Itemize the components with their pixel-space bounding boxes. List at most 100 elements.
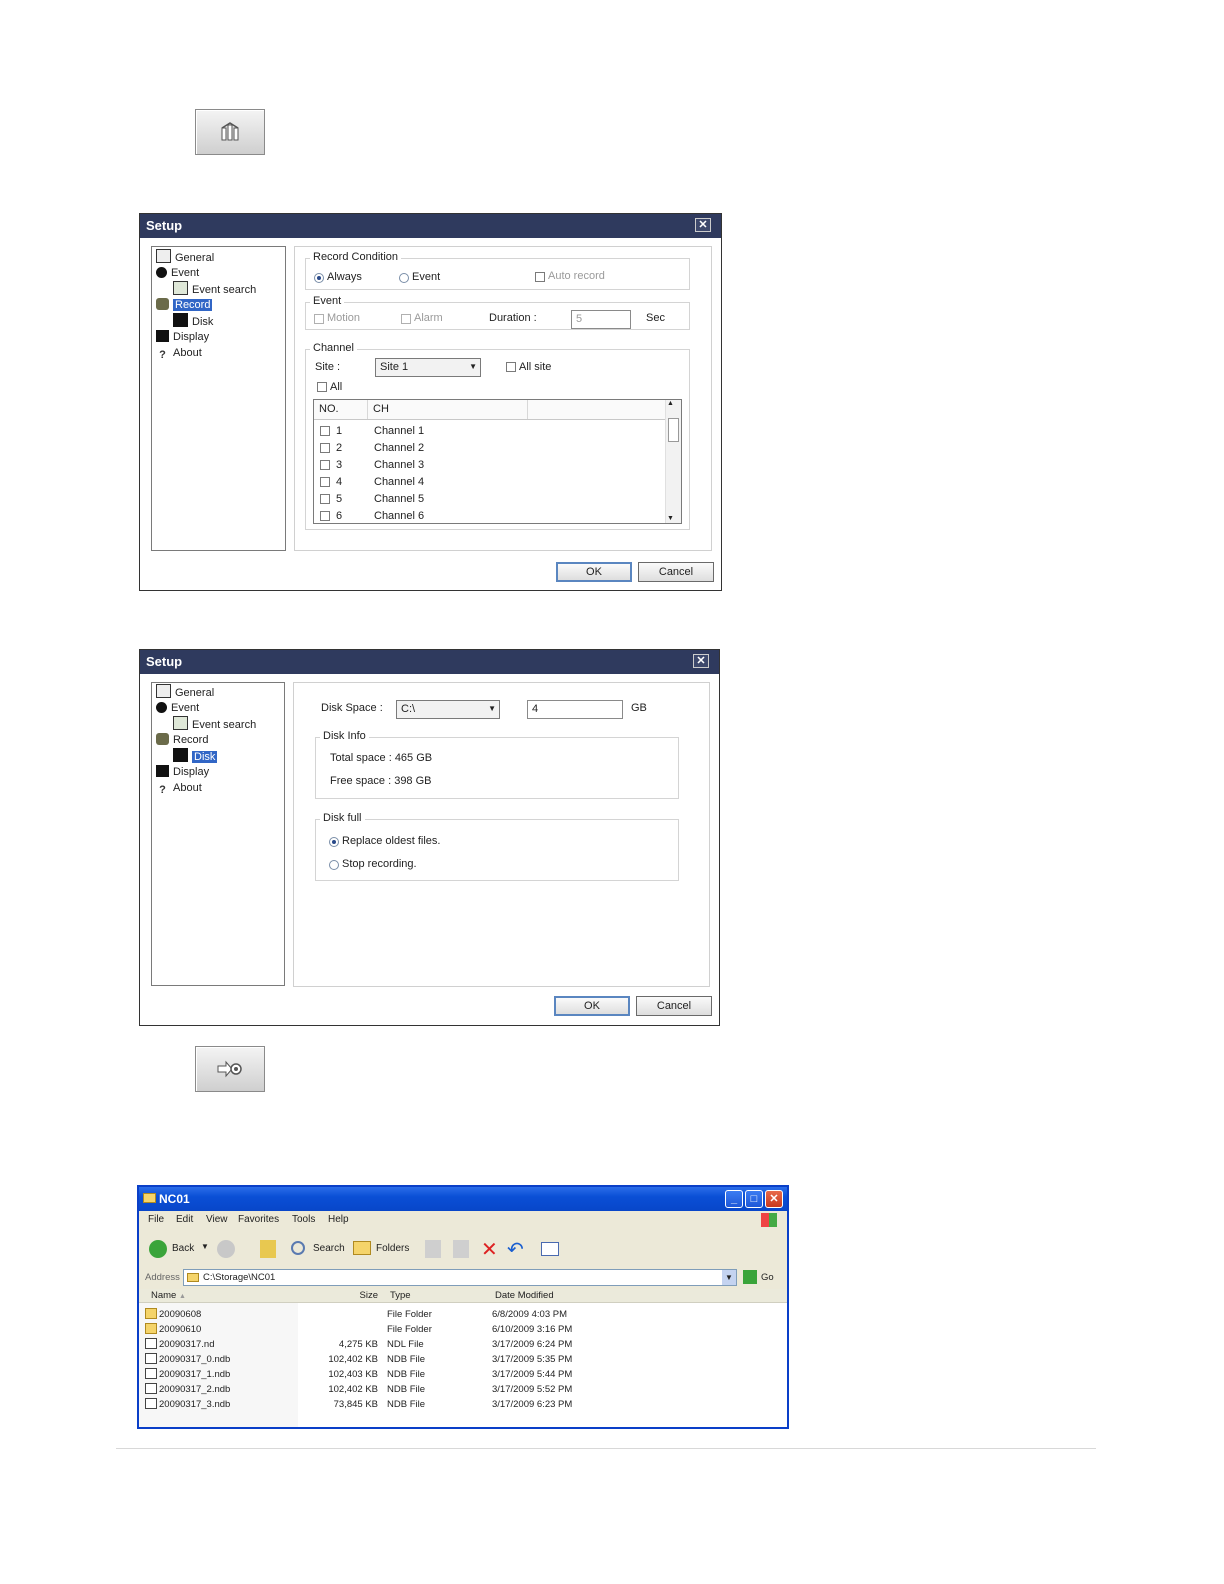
tree-item-disk[interactable]: Disk [173,313,213,329]
channel-row[interactable]: 6 Channel 6 [314,508,664,523]
channel-checkbox[interactable] [320,460,330,470]
channel-row[interactable]: 3 Channel 3 [314,457,664,474]
col-type[interactable]: Type [382,1289,485,1303]
all-site-checkbox[interactable] [506,362,516,372]
col-size[interactable]: Size [298,1289,382,1303]
bomb-icon [156,267,167,278]
menu-edit[interactable]: Edit [176,1214,193,1225]
up-folder-icon[interactable] [260,1240,276,1258]
site-select[interactable]: Site 1 ▼ [375,358,481,377]
tree-item-disk[interactable]: Disk [173,748,218,764]
col-name[interactable]: Name ▲ [139,1289,298,1303]
event-radio[interactable] [399,273,409,283]
auto-record-checkbox[interactable] [535,272,545,282]
views-icon[interactable] [541,1242,559,1256]
back-dropdown-icon[interactable]: ▼ [201,1242,209,1251]
cancel-button[interactable]: Cancel [636,996,712,1016]
col-no[interactable]: NO. [314,400,368,419]
file-row[interactable]: 20090317_2.ndb 102,402 KB NDB File 3/17/200… [139,1382,787,1397]
address-field[interactable]: C:\Storage\NC01 ▼ [183,1269,737,1286]
channel-checkbox[interactable] [320,443,330,453]
copy-to-icon[interactable] [453,1240,469,1258]
scroll-up-icon[interactable]: ▲ [667,400,674,407]
ok-button[interactable]: OK [554,996,630,1016]
channel-row[interactable]: 5 Channel 5 [314,491,664,508]
maximize-button[interactable]: □ [745,1190,763,1208]
stop-recording-radio[interactable] [329,860,339,870]
channel-row[interactable]: 1 Channel 1 [314,423,664,440]
file-row[interactable]: 20090317.nd 4,275 KB NDL File 3/17/2009 6:2… [139,1337,787,1352]
motion-checkbox[interactable] [314,314,324,324]
menu-favorites[interactable]: Favorites [238,1214,279,1225]
tree-item-about[interactable]: ? About [156,780,202,796]
always-radio[interactable] [314,273,324,283]
file-row[interactable]: 20090608 File Folder 6/8/2009 4:03 PM [139,1307,787,1322]
tree-item-event[interactable]: Event [156,265,199,281]
tree-item-display[interactable]: Display [156,764,209,780]
folders-button[interactable]: Folders [376,1243,409,1254]
file-row[interactable]: 20090317_0.ndb 102,402 KB NDB File 3/17/200… [139,1352,787,1367]
tree-item-event[interactable]: Event [156,700,199,716]
tree-item-general[interactable]: General [156,249,214,265]
storage-connect-button[interactable] [195,1046,265,1092]
channel-row[interactable]: 4 Channel 4 [314,474,664,491]
move-to-icon[interactable] [425,1240,441,1258]
drive-select[interactable]: C:\ ▼ [396,700,500,719]
duration-input[interactable]: 5 [571,310,631,329]
col-date-modified[interactable]: Date Modified [485,1289,787,1303]
menu-help[interactable]: Help [328,1214,349,1225]
replace-oldest-radio[interactable] [329,837,339,847]
channel-checkbox[interactable] [320,494,330,504]
tree-item-event-search[interactable]: Event search [173,716,256,732]
channel-checkbox[interactable] [320,426,330,436]
tree-item-record[interactable]: Record [156,732,208,748]
file-list: Name ▲ Size Type Date Modified 20090608 F… [139,1289,787,1427]
channel-checkbox[interactable] [320,511,330,521]
window-title: Setup [146,654,183,669]
scroll-down-icon[interactable]: ▼ [667,515,674,522]
storage-connect-icon [217,1060,242,1078]
close-button[interactable]: ✕ [695,218,711,232]
tree-item-general[interactable]: General [156,684,214,700]
undo-icon[interactable]: ↶ [507,1237,524,1262]
back-arrow-icon[interactable] [149,1240,167,1258]
disk-size-input[interactable]: 4 [527,700,623,719]
tree-item-record[interactable]: Record [156,297,213,313]
chevron-down-icon: ▼ [488,704,496,713]
menu-view[interactable]: View [206,1214,228,1225]
minimize-button[interactable]: _ [725,1190,743,1208]
all-channels-checkbox[interactable] [317,382,327,392]
forward-arrow-icon[interactable] [217,1240,235,1258]
tree-item-display[interactable]: Display [156,329,209,345]
file-row[interactable]: 20090317_1.ndb 102,403 KB NDB File 3/17/200… [139,1367,787,1382]
col-ch[interactable]: CH [368,400,528,419]
chevron-down-icon[interactable]: ▼ [722,1270,736,1285]
menu-tools[interactable]: Tools [292,1214,315,1225]
general-icon [156,249,171,263]
search-button[interactable]: Search [313,1243,345,1254]
go-button[interactable]: Go [761,1272,774,1283]
vertical-scrollbar[interactable]: ▲ ▼ [665,400,681,523]
channel-checkbox[interactable] [320,477,330,487]
cancel-button[interactable]: Cancel [638,562,714,582]
file-row[interactable]: 20090610 File Folder 6/10/2009 3:16 PM [139,1322,787,1337]
setup-button[interactable] [195,109,265,155]
toolbar: Back ▼ Search Folders ✕ ↶ [139,1231,787,1268]
search-icon[interactable] [291,1241,305,1255]
ok-button[interactable]: OK [556,562,632,582]
alarm-checkbox[interactable] [401,314,411,324]
go-arrow-icon[interactable] [743,1270,757,1284]
bomb-icon [156,702,167,713]
tree-item-about[interactable]: ? About [156,345,202,361]
delete-icon[interactable]: ✕ [481,1237,498,1262]
channel-row[interactable]: 2 Channel 2 [314,440,664,457]
scroll-thumb[interactable] [668,418,679,442]
tree-item-event-search[interactable]: Event search [173,281,256,297]
close-button[interactable]: ✕ [693,654,709,668]
folder-icon [145,1323,157,1334]
back-button[interactable]: Back [172,1243,194,1254]
folders-icon[interactable] [353,1241,371,1255]
close-button[interactable]: ✕ [765,1190,783,1208]
menu-file[interactable]: File [148,1214,164,1225]
file-row[interactable]: 20090317_3.ndb 73,845 KB NDB File 3/17/2009… [139,1397,787,1412]
